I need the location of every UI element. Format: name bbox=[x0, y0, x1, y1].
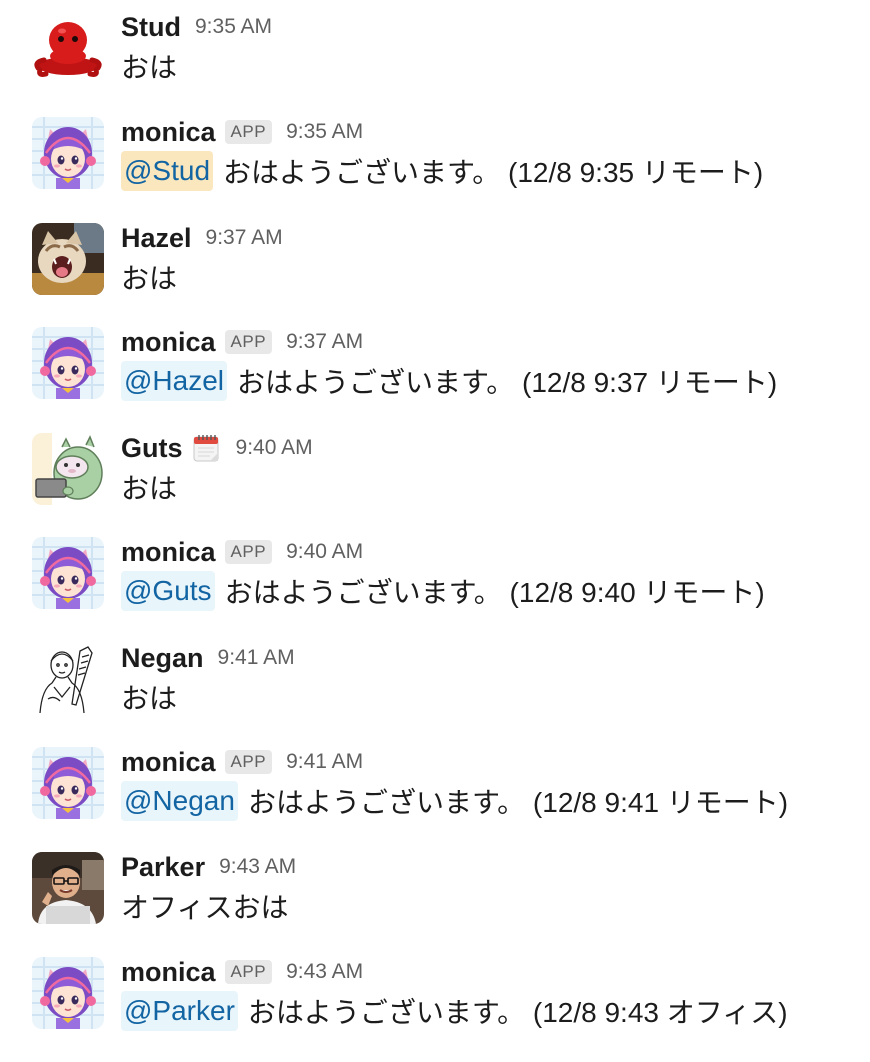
sender-name[interactable]: Hazel bbox=[121, 223, 192, 254]
message-body: おは bbox=[121, 675, 177, 719]
sender-name[interactable]: monica bbox=[121, 327, 216, 358]
app-badge: APP bbox=[224, 960, 273, 984]
sender-name[interactable]: monica bbox=[121, 117, 216, 148]
message-body: おは bbox=[121, 44, 177, 88]
message-timestamp[interactable]: 9:43 AM bbox=[286, 960, 363, 984]
message-feed: Stud 9:35 AM おは monica APP 9:35 AM @Stud… bbox=[0, 0, 870, 1062]
message-body: おは bbox=[121, 465, 177, 509]
message-item[interactable]: Hazel 9:37 AM おは bbox=[0, 211, 870, 311]
anime-girl-avatar[interactable] bbox=[32, 747, 104, 819]
message-item[interactable]: Stud 9:35 AM おは bbox=[0, 0, 870, 100]
sender-name[interactable]: Stud bbox=[121, 12, 181, 43]
message-timestamp[interactable]: 9:40 AM bbox=[286, 540, 363, 564]
anime-girl-avatar[interactable] bbox=[32, 957, 104, 1029]
message-item[interactable]: monica APP 9:41 AM @Negan おはようございます。 (12… bbox=[0, 735, 870, 835]
green-creature-laptop-avatar[interactable] bbox=[32, 433, 104, 505]
message-text: おはようございます。 (12/8 9:37 リモート) bbox=[237, 367, 778, 398]
sketch-man-bat-avatar[interactable] bbox=[32, 643, 104, 715]
message-timestamp[interactable]: 9:37 AM bbox=[206, 226, 283, 250]
message-text: おは bbox=[121, 683, 178, 714]
calendar-icon[interactable] bbox=[192, 433, 222, 463]
sender-name[interactable]: monica bbox=[121, 537, 216, 568]
message-text: おはようございます。 (12/8 9:41 リモート) bbox=[247, 787, 789, 818]
app-badge: APP bbox=[224, 750, 273, 774]
message-timestamp[interactable]: 9:35 AM bbox=[195, 15, 272, 39]
message-text: おはようございます。 (12/8 9:40 リモート) bbox=[224, 577, 765, 608]
sender-name[interactable]: monica bbox=[121, 957, 216, 988]
message-text: おは bbox=[121, 52, 178, 83]
app-badge: APP bbox=[224, 540, 273, 564]
message-item[interactable]: monica APP 9:40 AM @Guts おはようございます。 (12/… bbox=[0, 525, 870, 625]
app-badge: APP bbox=[224, 120, 273, 144]
sender-name[interactable]: Negan bbox=[121, 643, 204, 674]
message-timestamp[interactable]: 9:41 AM bbox=[286, 750, 363, 774]
message-item[interactable]: Guts 9:40 AM おは bbox=[0, 421, 870, 521]
anime-girl-avatar[interactable] bbox=[32, 327, 104, 399]
message-text: オフィスおは bbox=[121, 892, 289, 923]
photo-man-glasses-avatar[interactable] bbox=[32, 852, 104, 924]
message-body: おは bbox=[121, 255, 177, 299]
sender-name[interactable]: monica bbox=[121, 747, 216, 778]
sender-name[interactable]: Guts bbox=[121, 433, 183, 464]
message-body: @Hazel おはようございます。 (12/8 9:37 リモート) bbox=[121, 359, 777, 403]
message-item[interactable]: monica APP 9:35 AM @Stud おはようございます。 (12/… bbox=[0, 105, 870, 205]
message-timestamp[interactable]: 9:35 AM bbox=[286, 120, 363, 144]
anime-girl-avatar[interactable] bbox=[32, 537, 104, 609]
message-body: オフィスおは bbox=[121, 884, 288, 928]
message-body: @Stud おはようございます。 (12/8 9:35 リモート) bbox=[121, 149, 763, 193]
message-item[interactable]: monica APP 9:43 AM @Parker おはようございます。 (1… bbox=[0, 945, 870, 1045]
user-mention[interactable]: @Guts bbox=[121, 571, 215, 611]
message-item[interactable]: Negan 9:41 AM おは bbox=[0, 631, 870, 731]
message-timestamp[interactable]: 9:43 AM bbox=[219, 855, 296, 879]
message-text: おはようございます。 (12/8 9:43 オフィス) bbox=[247, 997, 788, 1028]
message-timestamp[interactable]: 9:40 AM bbox=[236, 436, 313, 460]
message-body: @Guts おはようございます。 (12/8 9:40 リモート) bbox=[121, 569, 765, 613]
user-mention[interactable]: @Negan bbox=[121, 781, 238, 821]
user-mention[interactable]: @Parker bbox=[121, 991, 238, 1031]
sender-name[interactable]: Parker bbox=[121, 852, 205, 883]
message-body: @Parker おはようございます。 (12/8 9:43 オフィス) bbox=[121, 989, 788, 1033]
message-text: おは bbox=[121, 473, 178, 504]
message-item[interactable]: Parker 9:43 AM オフィスおは bbox=[0, 840, 870, 940]
app-badge: APP bbox=[224, 330, 273, 354]
message-text: おは bbox=[121, 263, 178, 294]
user-mention[interactable]: @Stud bbox=[121, 151, 214, 191]
message-item[interactable]: monica APP 9:37 AM @Hazel おはようございます。 (12… bbox=[0, 315, 870, 415]
message-body: @Negan おはようございます。 (12/8 9:41 リモート) bbox=[121, 779, 788, 823]
message-timestamp[interactable]: 9:37 AM bbox=[286, 330, 363, 354]
user-mention[interactable]: @Hazel bbox=[121, 361, 228, 401]
yawning-cat-avatar[interactable] bbox=[32, 223, 104, 295]
message-timestamp[interactable]: 9:41 AM bbox=[218, 646, 295, 670]
anime-girl-avatar[interactable] bbox=[32, 117, 104, 189]
red-octopus-avatar[interactable] bbox=[32, 12, 104, 84]
message-text: おはようございます。 (12/8 9:35 リモート) bbox=[223, 157, 764, 188]
